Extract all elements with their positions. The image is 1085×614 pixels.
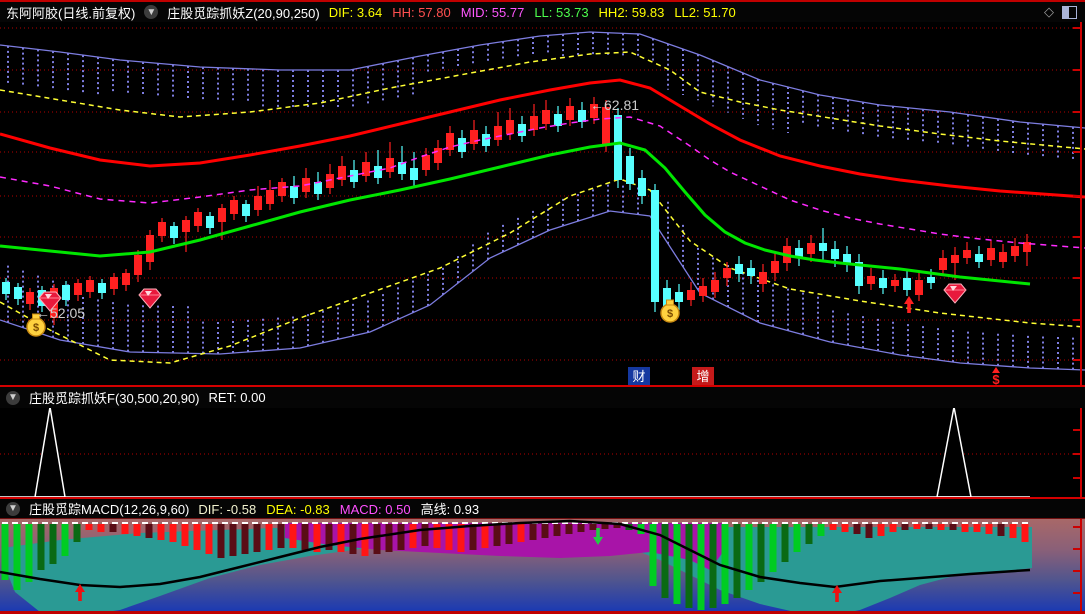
signal-spike	[34, 408, 66, 497]
macd-title-bar: ▼ 庄股觅踪MACD(12,26,9,60) DIF: -0.58 DEA: -0…	[0, 497, 1085, 519]
price-annotation: ←62.81	[590, 97, 639, 113]
red-envelope-line	[0, 78, 1085, 199]
band-comb	[7, 32, 1074, 161]
green-mid-line	[0, 141, 1031, 286]
indicator-field: MID: 55.77	[460, 4, 525, 20]
indicator-field: HH2: 59.83	[598, 4, 665, 20]
indicator-field: LL2: 51.70	[674, 4, 736, 20]
signal-spike	[936, 408, 972, 497]
svg-text:增: 增	[696, 369, 709, 384]
svg-text:财: 财	[632, 369, 645, 384]
marker-badge: 财	[628, 367, 650, 385]
panel-f-title: 庄股觅踪抓妖F(30,500,20,90)	[29, 391, 200, 406]
price-annotation: ←52.05	[36, 305, 85, 321]
panel-f-spike-chart[interactable]	[0, 408, 1085, 497]
panel-f-title-bar: ▼ 庄股觅踪抓妖F(30,500,20,90) RET: 0.00	[0, 385, 1085, 408]
header-right-icons: ◇	[1044, 4, 1085, 20]
svg-text:$: $	[992, 372, 1000, 385]
indicator-field: LL: 53.73	[534, 4, 589, 20]
stock-title: 东阿阿胶(日线.前复权)	[6, 5, 136, 21]
svg-text:$: $	[667, 308, 673, 320]
chevron-down-icon[interactable]: ▼	[6, 390, 20, 405]
arrow-up-icon	[904, 296, 914, 313]
indicator-field: DIF: -0.58	[198, 502, 257, 517]
gem-icon	[943, 283, 967, 304]
trading-app-window: 东阿阿胶(日线.前复权) ▼ 庄股觅踪抓妖Z(20,90,250) DIF: 3…	[0, 0, 1085, 614]
svg-text:$: $	[33, 322, 39, 334]
panel-layout-icon[interactable]	[1062, 5, 1077, 19]
gem-icon	[138, 288, 162, 309]
panel-f-values: RET: 0.00	[209, 390, 276, 405]
chevron-down-icon[interactable]: ▼	[144, 5, 159, 19]
macd-values: DIF: -0.58 DEA: -0.83 MACD: 0.50 高线: 0.93	[198, 499, 489, 518]
indicator-field: RET: 0.00	[208, 390, 266, 405]
main-title-bar: 东阿阿胶(日线.前复权) ▼ 庄股觅踪抓妖Z(20,90,250) DIF: 3…	[0, 0, 1085, 22]
indicator-field: DEA: -0.83	[266, 502, 330, 517]
dollar-icon: $	[992, 367, 1000, 385]
indicator-field: 高线: 0.93	[420, 502, 480, 517]
main-candlestick-chart[interactable]: $ $ $ ←62.81 ←52.05 财 增	[0, 22, 1085, 385]
indicator-values: DIF: 3.64 HH: 57.80 MID: 55.77 LL: 53.73 HH2…	[329, 5, 746, 20]
band-comb	[7, 183, 1074, 370]
indicator-field: HH: 57.80	[392, 4, 451, 20]
macd-histogram-chart[interactable]	[0, 519, 1085, 611]
indicator-title: 庄股觅踪抓妖Z(20,90,250)	[167, 5, 320, 21]
chevron-down-icon[interactable]: ▼	[6, 501, 20, 516]
macd-title: 庄股觅踪MACD(12,26,9,60)	[29, 502, 190, 517]
diamond-icon[interactable]: ◇	[1044, 4, 1054, 20]
marker-badge: 增	[692, 367, 714, 385]
indicator-field: MACD: 0.50	[339, 502, 411, 517]
indicator-field: DIF: 3.64	[328, 4, 383, 20]
